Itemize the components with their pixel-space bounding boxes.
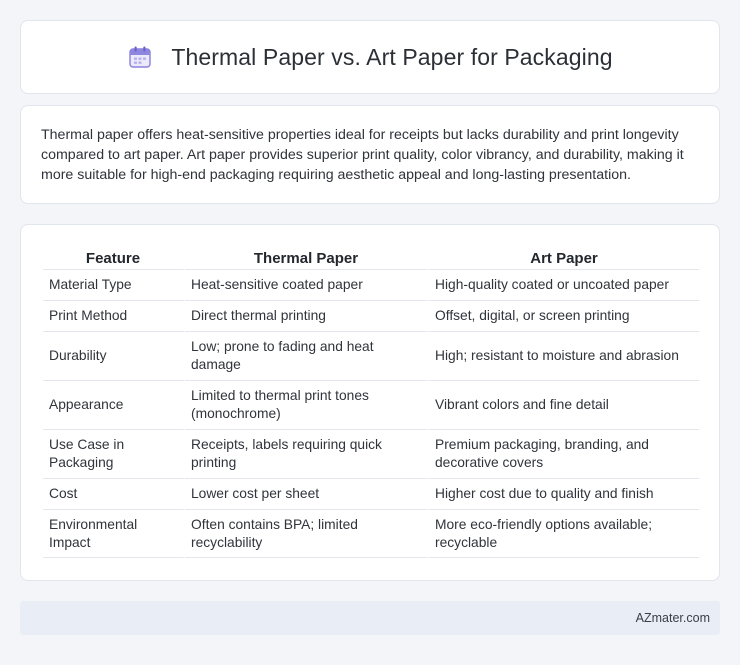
art-cell: High; resistant to moisture and abrasion (429, 331, 699, 380)
table-header-row: Feature Thermal Paper Art Paper (43, 247, 699, 269)
art-cell: High-quality coated or uncoated paper (429, 269, 699, 300)
table-row: Print Method Direct thermal printing Off… (43, 300, 699, 331)
page-title: Thermal Paper vs. Art Paper for Packagin… (171, 43, 613, 70)
thermal-cell: Limited to thermal print tones (monochro… (185, 380, 429, 429)
calendar-icon (127, 44, 153, 70)
footer-site-link[interactable]: AZmater.com (636, 611, 710, 625)
header-thermal-paper: Thermal Paper (185, 247, 429, 269)
thermal-cell: Direct thermal printing (185, 300, 429, 331)
thermal-cell: Often contains BPA; limited recyclabilit… (185, 509, 429, 558)
art-cell: More eco-friendly options available; rec… (429, 509, 699, 558)
art-cell: Higher cost due to quality and finish (429, 478, 699, 509)
table-row: Durability Low; prone to fading and heat… (43, 331, 699, 380)
feature-cell: Appearance (43, 380, 185, 429)
comparison-table-card: Feature Thermal Paper Art Paper Material… (20, 224, 720, 581)
feature-cell: Print Method (43, 300, 185, 331)
header-feature: Feature (43, 247, 185, 269)
feature-cell: Material Type (43, 269, 185, 300)
thermal-cell: Lower cost per sheet (185, 478, 429, 509)
thermal-cell: Low; prone to fading and heat damage (185, 331, 429, 380)
table-row: Use Case in Packaging Receipts, labels r… (43, 429, 699, 478)
summary-text: Thermal paper offers heat-sensitive prop… (41, 127, 684, 183)
thermal-cell: Heat-sensitive coated paper (185, 269, 429, 300)
feature-cell: Durability (43, 331, 185, 380)
feature-cell: Environmental Impact (43, 509, 185, 558)
table-row: Material Type Heat-sensitive coated pape… (43, 269, 699, 300)
comparison-table: Feature Thermal Paper Art Paper Material… (43, 247, 699, 558)
title-card: Thermal Paper vs. Art Paper for Packagin… (20, 20, 720, 94)
art-cell: Vibrant colors and fine detail (429, 380, 699, 429)
summary-card: Thermal paper offers heat-sensitive prop… (20, 105, 720, 204)
table-row: Cost Lower cost per sheet Higher cost du… (43, 478, 699, 509)
feature-cell: Cost (43, 478, 185, 509)
art-cell: Offset, digital, or screen printing (429, 300, 699, 331)
feature-cell: Use Case in Packaging (43, 429, 185, 478)
thermal-cell: Receipts, labels requiring quick printin… (185, 429, 429, 478)
header-art-paper: Art Paper (530, 250, 598, 267)
art-cell: Premium packaging, branding, and decorat… (429, 429, 699, 478)
table-row: Environmental Impact Often contains BPA;… (43, 509, 699, 558)
footer: AZmater.com (20, 601, 720, 635)
table-row: Appearance Limited to thermal print tone… (43, 380, 699, 429)
